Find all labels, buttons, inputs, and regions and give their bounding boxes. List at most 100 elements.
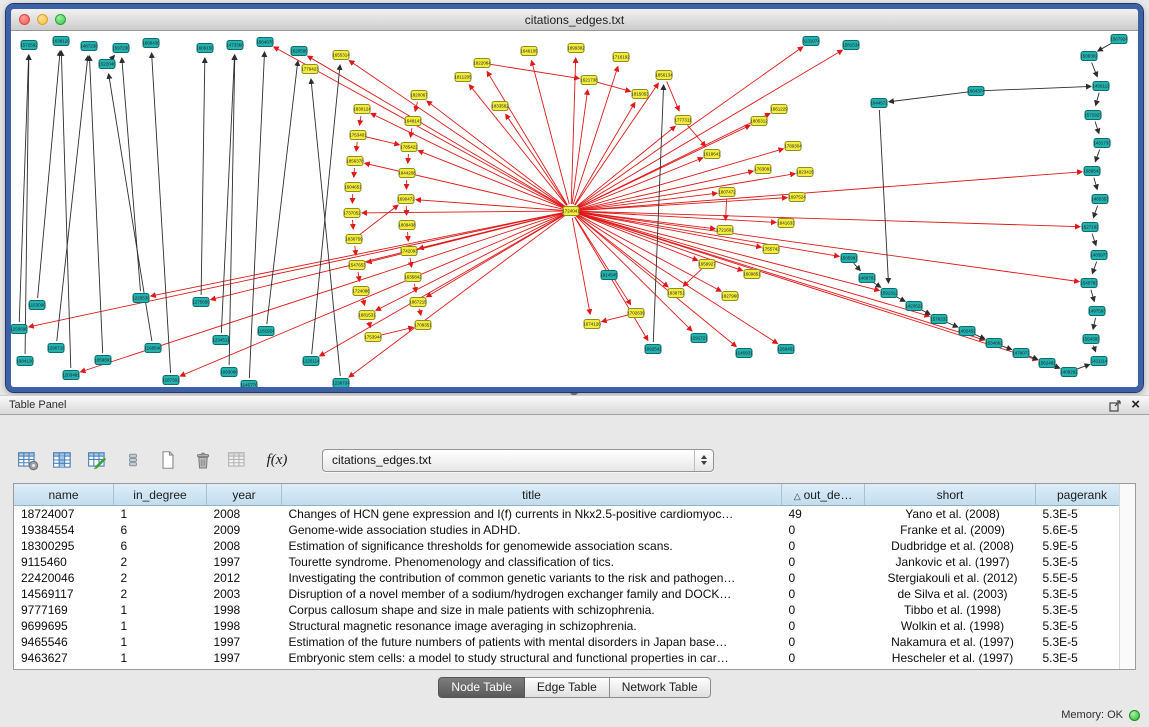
table-cell[interactable]: 6 [114, 538, 207, 554]
table-cell[interactable]: 2008 [207, 506, 282, 523]
table-cell[interactable]: 2003 [207, 586, 282, 602]
table-cell[interactable]: 6 [114, 522, 207, 538]
table-row[interactable]: 946554611997Estimation of the future num… [14, 634, 1129, 650]
graph-node[interactable]: 1402452 [958, 327, 976, 336]
graph-node[interactable]: 1635842 [404, 273, 422, 282]
graph-node[interactable]: 1168540 [144, 344, 162, 353]
table-cell[interactable]: 18724007 [14, 506, 114, 523]
graph-node[interactable]: 1856378 [346, 157, 364, 166]
table-cell[interactable]: Genome-wide association studies in ADHD. [282, 522, 782, 538]
table-cell[interactable]: 14569117 [14, 586, 114, 602]
table-mode-button[interactable] [16, 448, 40, 472]
graph-node[interactable]: 1690472 [397, 195, 415, 204]
table-cell[interactable]: Nakamura et al. (1997) [865, 634, 1036, 650]
table-cell[interactable]: Structural magnetic resonance image aver… [282, 618, 782, 634]
graph-node[interactable]: 1465353 [1091, 195, 1109, 204]
graph-node[interactable]: 1681531 [358, 311, 376, 320]
graph-node[interactable]: 1755742 [762, 245, 780, 254]
graph-node[interactable]: 1487238 [80, 42, 98, 51]
graph-node[interactable]: 1092541 [644, 345, 662, 354]
graph-node[interactable]: 1807472 [718, 188, 736, 197]
graph-node[interactable]: 1527163 [1081, 223, 1099, 232]
graph-node[interactable]: 1620580 [290, 47, 308, 56]
graph-node[interactable]: 1534862 [985, 339, 1003, 348]
graph-node[interactable]: 1702639 [627, 309, 645, 318]
column-header-short[interactable]: short [865, 484, 1036, 506]
table-cell[interactable]: Changes of HCN gene expression and I(f) … [282, 506, 782, 523]
column-header-title[interactable]: title [282, 484, 782, 506]
table-cell[interactable]: 2 [114, 554, 207, 570]
graph-node[interactable]: 1777311 [674, 116, 692, 125]
graph-node[interactable]: 1737052 [343, 209, 361, 218]
table-cell[interactable]: 1997 [207, 554, 282, 570]
graph-node[interactable]: 1084120 [16, 357, 34, 366]
graph-node[interactable]: 1668430 [142, 39, 160, 48]
graph-node[interactable]: 1811205 [454, 73, 472, 82]
graph-node[interactable]: 1509302 [1080, 52, 1098, 61]
graph-node[interactable]: 1830124 [353, 105, 371, 114]
table-cell[interactable]: Jankovic et al. (1997) [865, 554, 1036, 570]
table-cell[interactable]: 0 [782, 538, 865, 554]
table-cell[interactable]: Estimation of significance thresholds fo… [282, 538, 782, 554]
table-cell[interactable]: 1997 [207, 650, 282, 666]
graph-node[interactable]: 8131074 [802, 37, 820, 46]
graph-node[interactable]: 1540783 [1080, 279, 1098, 288]
table-cell[interactable]: 1 [114, 506, 207, 523]
column-header-pagerank[interactable]: pagerank [1036, 484, 1129, 506]
graph-node[interactable]: 1604651 [344, 183, 362, 192]
table-cell[interactable]: Yano et al. (2008) [865, 506, 1036, 523]
function-builder-button[interactable]: f(x) [261, 448, 293, 472]
table-cell[interactable]: 1 [114, 650, 207, 666]
graph-node[interactable]: 1841633 [777, 219, 795, 228]
graph-node[interactable]: 1899302 [567, 44, 585, 53]
graph-node[interactable]: 1497593 [1088, 307, 1106, 316]
graph-node[interactable]: 1809438 [398, 221, 416, 230]
graph-node[interactable]: 1856134 [655, 71, 673, 80]
table-cell[interactable]: Disruption of a novel member of a sodium… [282, 586, 782, 602]
vertical-scrollbar[interactable] [1119, 484, 1135, 669]
graph-node[interactable]: 1203481 [62, 371, 80, 380]
graph-node[interactable]: 1059891 [94, 356, 112, 365]
table-cell[interactable]: 2 [114, 586, 207, 602]
table-cell[interactable]: Embryonic stem cells: a model to study s… [282, 650, 782, 666]
table-row[interactable]: 1872400712008Changes of HCN gene express… [14, 506, 1129, 523]
graph-node[interactable]: 1805312 [750, 117, 768, 126]
minimize-window-button[interactable] [37, 14, 48, 25]
table-cell[interactable]: 5.9E-5 [1036, 538, 1129, 554]
row-height-button[interactable] [121, 448, 145, 472]
graph-node[interactable]: 1914545 [600, 271, 618, 280]
column-header-name[interactable]: name [14, 484, 114, 506]
table-row[interactable]: 977716911998Corpus callosum shape and si… [14, 602, 1129, 618]
table-cell[interactable]: 5.3E-5 [1036, 506, 1129, 523]
graph-node[interactable]: 1609851 [743, 270, 761, 279]
table-cell[interactable]: 1997 [207, 634, 282, 650]
table-cell[interactable]: 2 [114, 570, 207, 586]
table-cell[interactable]: 5.6E-5 [1036, 522, 1129, 538]
graph-node[interactable]: 1659927 [698, 260, 716, 269]
table-cell[interactable]: 0 [782, 634, 865, 650]
graph-node[interactable]: 1146931 [735, 349, 753, 358]
table-cell[interactable]: 2012 [207, 570, 282, 586]
graph-node[interactable]: 1655314 [332, 51, 350, 60]
float-panel-icon[interactable] [1107, 398, 1123, 412]
import-table-button[interactable] [226, 448, 250, 472]
graph-node[interactable]: 1578232 [930, 315, 948, 324]
table-cell[interactable]: Wolkin et al. (1998) [865, 618, 1036, 634]
graph-node[interactable]: 1621738 [580, 76, 598, 85]
graph-node[interactable]: 1456113 [1092, 82, 1110, 91]
table-row[interactable]: 1456911722003Disruption of a novel membe… [14, 586, 1129, 602]
table-cell[interactable]: Franke et al. (2009) [865, 522, 1036, 538]
graph-node[interactable]: 1479072 [1012, 349, 1030, 358]
table-cell[interactable]: 1998 [207, 602, 282, 618]
graph-node[interactable]: 1554303 [1082, 335, 1100, 344]
create-column-button[interactable] [86, 448, 110, 472]
graph-node[interactable]: 1742093 [400, 247, 418, 256]
table-cell[interactable]: 9463627 [14, 650, 114, 666]
tab-network-table[interactable]: Network Table [610, 677, 711, 698]
graph-node[interactable]: 1827960 [721, 292, 739, 301]
table-row[interactable]: 2242004622012Investigating the contribut… [14, 570, 1129, 586]
graph-node[interactable]: 1661229 [770, 105, 788, 114]
window-titlebar[interactable]: citations_edges.txt [11, 9, 1138, 31]
graph-node[interactable]: 1709351 [414, 321, 432, 330]
graph-node[interactable]: 1275650 [192, 298, 210, 307]
